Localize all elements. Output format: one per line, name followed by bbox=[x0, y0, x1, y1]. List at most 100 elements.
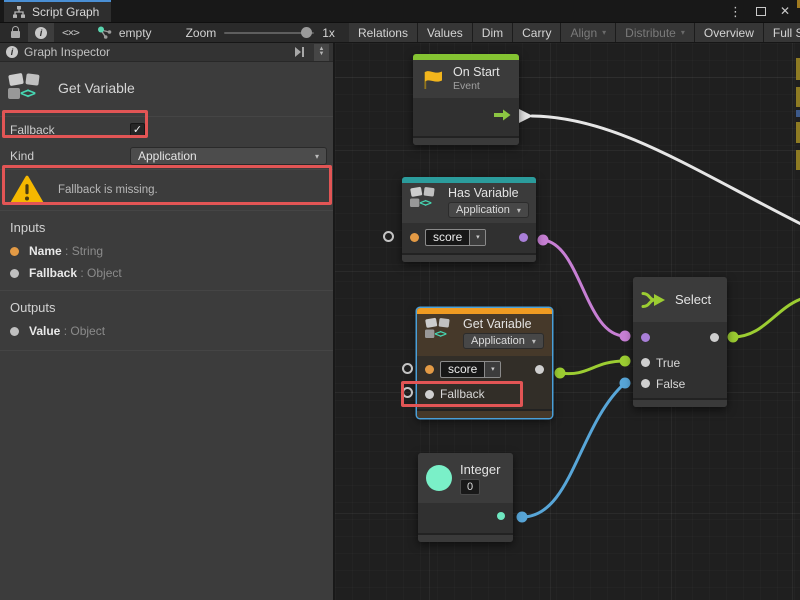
inspector-header: i Graph Inspector ▲ ▼ bbox=[0, 43, 333, 62]
zoom-slider[interactable] bbox=[224, 32, 314, 34]
breadcrumb-label: empty bbox=[119, 26, 152, 40]
variable-icon: <> bbox=[8, 72, 44, 104]
script-graph-window: Script Graph ⋮ ✕ i <×> e bbox=[0, 0, 800, 600]
node-has-variable[interactable]: <> Has Variable Application ▾ score ▾ bbox=[402, 177, 536, 262]
tab-title: Script Graph bbox=[32, 5, 99, 19]
integer-out-port[interactable] bbox=[497, 512, 505, 520]
wires-layer bbox=[335, 43, 800, 600]
toolbar-buttons: Relations Values Dim Carry Align ▾ Distr… bbox=[349, 23, 800, 42]
scroll-spinner[interactable]: ▲ ▼ bbox=[314, 44, 329, 61]
relations-button[interactable]: Relations bbox=[349, 23, 417, 42]
graph-hierarchy-icon bbox=[12, 6, 26, 18]
distribute-button[interactable]: Distribute ▾ bbox=[616, 23, 694, 42]
zoom-value: 1x bbox=[322, 26, 335, 40]
chevron-down-icon[interactable]: ▾ bbox=[469, 230, 485, 245]
wire-getvariable-select[interactable] bbox=[560, 361, 625, 374]
kind-dropdown[interactable]: Application ▾ bbox=[130, 147, 327, 165]
carry-button[interactable]: Carry bbox=[513, 23, 560, 42]
chevron-down-icon: ▾ bbox=[681, 28, 685, 37]
node-select[interactable]: Select True False bbox=[633, 277, 727, 407]
wire-endpoint bbox=[555, 368, 566, 379]
zoom-control: Zoom 1x bbox=[186, 23, 335, 42]
toolbar-left-icons: i <×> bbox=[0, 23, 85, 42]
full-screen-button[interactable]: Full Screen bbox=[764, 23, 800, 42]
flow-out-port[interactable] bbox=[494, 109, 511, 121]
kind-row: Kind Application ▾ bbox=[0, 143, 333, 169]
chevron-down-icon[interactable]: ▾ bbox=[484, 362, 500, 377]
chevron-down-icon: ▾ bbox=[602, 28, 606, 37]
kind-dropdown[interactable]: Application ▾ bbox=[448, 202, 529, 218]
input-port-name: Name : String bbox=[0, 240, 333, 262]
graph-inspector-panel: i Graph Inspector ▲ ▼ <> Get Variable Fa… bbox=[0, 43, 335, 600]
selection-out-port[interactable] bbox=[710, 333, 719, 342]
info-icon: i bbox=[6, 46, 18, 58]
open-port-ring[interactable] bbox=[402, 363, 413, 374]
variable-name-field[interactable]: score ▾ bbox=[440, 361, 501, 378]
true-port[interactable] bbox=[641, 358, 650, 367]
zoom-slider-handle[interactable] bbox=[301, 27, 312, 38]
unit-title: Get Variable bbox=[58, 80, 135, 96]
false-port[interactable] bbox=[641, 379, 650, 388]
dock-icon[interactable] bbox=[295, 47, 304, 57]
window-controls: ⋮ ✕ bbox=[729, 0, 800, 22]
wire-endpoint bbox=[517, 512, 528, 523]
spinner-down-icon[interactable]: ▼ bbox=[319, 52, 325, 57]
wire-onstart[interactable] bbox=[532, 116, 800, 224]
maximize-icon[interactable] bbox=[756, 7, 766, 16]
name-port[interactable] bbox=[425, 365, 434, 374]
fallback-label: Fallback bbox=[10, 123, 130, 137]
integer-icon bbox=[426, 465, 452, 491]
values-button[interactable]: Values bbox=[418, 23, 472, 42]
selected-unit-header: <> Get Variable bbox=[0, 62, 333, 116]
value-out-port[interactable] bbox=[535, 365, 544, 374]
wire-hasvariable-select[interactable] bbox=[543, 240, 625, 336]
inputs-heading: Inputs bbox=[0, 211, 333, 240]
graph-pointer-icon bbox=[97, 26, 113, 40]
graph-canvas[interactable]: On Start Event <> bbox=[335, 43, 800, 600]
result-port[interactable] bbox=[519, 233, 528, 242]
lock-icon[interactable] bbox=[8, 26, 22, 40]
title-bar: Script Graph ⋮ ✕ bbox=[0, 0, 800, 22]
open-port-ring[interactable] bbox=[383, 231, 394, 242]
node-get-variable[interactable]: <> Get Variable Application ▾ score ▾ bbox=[417, 308, 552, 418]
align-button[interactable]: Align ▾ bbox=[561, 23, 615, 42]
breadcrumb[interactable]: empty bbox=[97, 23, 152, 42]
condition-port[interactable] bbox=[641, 333, 650, 342]
wire-endpoint bbox=[620, 378, 631, 389]
chevron-down-icon: ▾ bbox=[315, 152, 319, 161]
node-on-start[interactable]: On Start Event bbox=[413, 54, 519, 145]
code-icon: <×> bbox=[62, 26, 79, 39]
wire-endpoint bbox=[620, 356, 631, 367]
check-icon: ✓ bbox=[133, 124, 142, 136]
integer-value-field[interactable]: 0 bbox=[460, 479, 480, 495]
name-port[interactable] bbox=[410, 233, 419, 242]
window-menu-icon[interactable]: ⋮ bbox=[729, 5, 742, 18]
zoom-label: Zoom bbox=[186, 26, 217, 40]
clipped-node-edge bbox=[796, 110, 800, 117]
dim-button[interactable]: Dim bbox=[473, 23, 512, 42]
overview-button[interactable]: Overview bbox=[695, 23, 763, 42]
port-dot-gray bbox=[10, 269, 19, 278]
inspector-toggle-button[interactable]: i bbox=[28, 23, 54, 42]
wire-select-out[interactable] bbox=[733, 299, 800, 337]
info-icon: i bbox=[35, 27, 47, 39]
kind-label: Kind bbox=[10, 149, 130, 163]
warning-message: Fallback is missing. bbox=[0, 170, 333, 210]
port-dot-gray bbox=[10, 327, 19, 336]
fallback-checkbox[interactable]: ✓ bbox=[130, 123, 145, 138]
variable-name-field[interactable]: score ▾ bbox=[425, 229, 486, 246]
code-view-button[interactable]: <×> bbox=[56, 23, 85, 42]
flag-icon bbox=[421, 67, 445, 91]
clipped-node-edge bbox=[796, 87, 800, 107]
fallback-port[interactable] bbox=[425, 390, 434, 399]
clipped-node-edge bbox=[796, 122, 800, 143]
wire-endpoint bbox=[538, 235, 549, 246]
wire-endpoint bbox=[620, 331, 631, 342]
variable-icon: <> bbox=[410, 186, 433, 206]
warning-icon bbox=[10, 175, 44, 205]
kind-dropdown[interactable]: Application ▾ bbox=[463, 333, 544, 349]
open-port-ring[interactable] bbox=[402, 387, 413, 398]
close-icon[interactable]: ✕ bbox=[780, 5, 790, 17]
node-integer[interactable]: Integer 0 bbox=[418, 453, 513, 542]
tab-script-graph[interactable]: Script Graph bbox=[4, 0, 111, 22]
